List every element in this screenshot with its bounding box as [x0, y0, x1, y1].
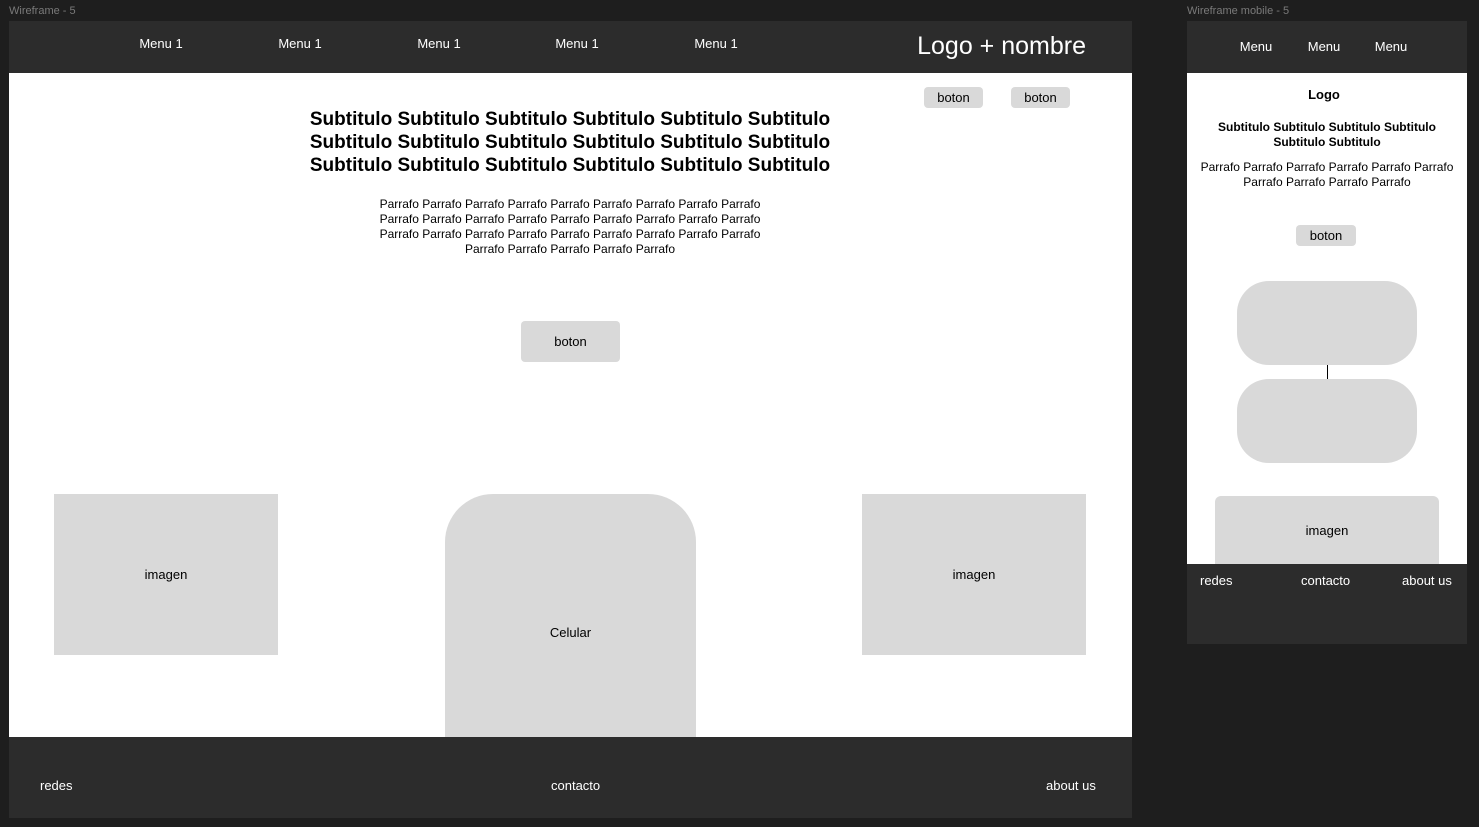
- desktop-frame-label: Wireframe - 5: [9, 5, 76, 17]
- footer-link-contacto[interactable]: contacto: [551, 778, 600, 793]
- mobile-menu-item-3[interactable]: Menu: [1375, 39, 1408, 54]
- mobile-wireframe: Menu Menu Menu Logo Subtitulo Subtitulo …: [1187, 21, 1467, 644]
- hero-paragraph: Parrafo Parrafo Parrafo Parrafo Parrafo …: [379, 197, 761, 256]
- mobile-menu-item-2[interactable]: Menu: [1308, 39, 1341, 54]
- desktop-wireframe: Menu 1 Menu 1 Menu 1 Menu 1 Menu 1 Logo …: [9, 21, 1132, 818]
- mobile-frame-label: Wireframe mobile - 5: [1187, 5, 1290, 17]
- desktop-footer: redes contacto about us: [9, 737, 1132, 818]
- mobile-navbar: Menu Menu Menu: [1187, 21, 1467, 73]
- cta-button[interactable]: boton: [521, 321, 620, 362]
- mobile-card-placeholder-2: [1237, 379, 1417, 463]
- mobile-paragraph: Parrafo Parrafo Parrafo Parrafo Parrafo …: [1200, 160, 1454, 189]
- logo-name[interactable]: Logo + nombre: [917, 32, 1086, 61]
- mobile-button[interactable]: boton: [1296, 225, 1356, 246]
- desktop-navbar: Menu 1 Menu 1 Menu 1 Menu 1 Menu 1 Logo …: [9, 21, 1132, 73]
- mobile-footer-link-about[interactable]: about us: [1402, 573, 1452, 588]
- header-button-1[interactable]: boton: [924, 87, 983, 108]
- nav-menu-item-2[interactable]: Menu 1: [278, 36, 321, 51]
- nav-menu-item-4[interactable]: Menu 1: [555, 36, 598, 51]
- nav-menu-item-3[interactable]: Menu 1: [417, 36, 460, 51]
- mobile-logo[interactable]: Logo: [1187, 87, 1461, 102]
- mobile-subtitle: Subtitulo Subtitulo Subtitulo Subtitulo …: [1218, 120, 1436, 149]
- footer-link-redes[interactable]: redes: [40, 778, 73, 793]
- image-right-placeholder: imagen: [862, 494, 1086, 655]
- mobile-menu-item-1[interactable]: Menu: [1240, 39, 1273, 54]
- nav-menu-item-1[interactable]: Menu 1: [139, 36, 182, 51]
- mobile-image-placeholder: imagen: [1215, 496, 1439, 564]
- mobile-footer-link-contacto[interactable]: contacto: [1301, 573, 1350, 588]
- image-left-placeholder: imagen: [54, 494, 278, 655]
- nav-menu-item-5[interactable]: Menu 1: [694, 36, 737, 51]
- mobile-footer-link-redes[interactable]: redes: [1200, 573, 1233, 588]
- mobile-footer: redes contacto about us: [1187, 564, 1467, 644]
- mobile-card-placeholder-1: [1237, 281, 1417, 365]
- header-button-2[interactable]: boton: [1011, 87, 1070, 108]
- footer-link-about[interactable]: about us: [1046, 778, 1096, 793]
- hero-subtitle: Subtitulo Subtitulo Subtitulo Subtitulo …: [309, 109, 831, 176]
- phone-placeholder: Celular: [445, 494, 696, 737]
- card-connector-line: [1327, 365, 1328, 379]
